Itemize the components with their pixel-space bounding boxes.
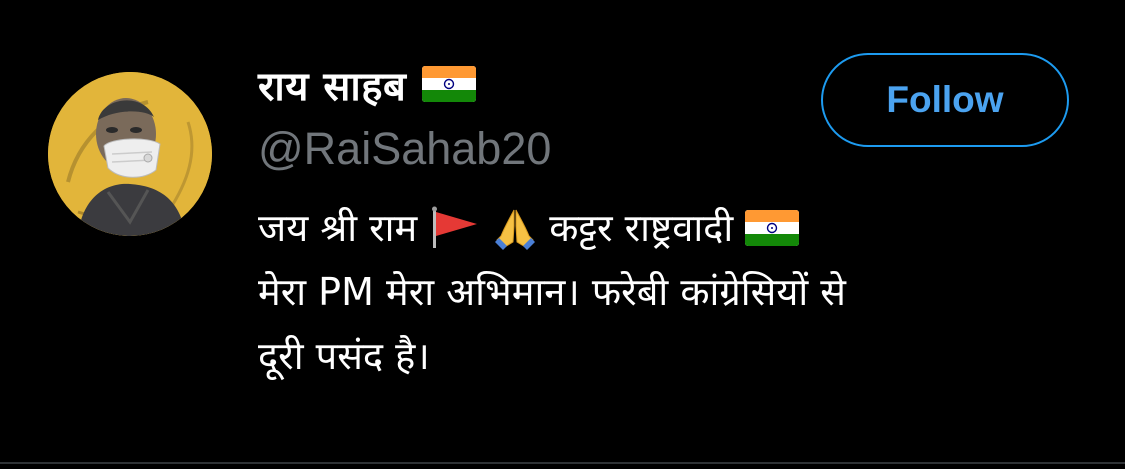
follow-button[interactable]: Follow bbox=[821, 53, 1069, 147]
user-handle[interactable]: @RaiSahab20 bbox=[258, 122, 551, 176]
bio-text-segment: कट्टर राष्ट्रवादी bbox=[549, 206, 734, 250]
profile-bio: जय श्री राम कट्टर राष्ट्रवादी मेरा PM मे… bbox=[258, 196, 1098, 388]
divider bbox=[0, 462, 1125, 464]
avatar-image bbox=[48, 72, 212, 236]
folded-hands-icon bbox=[493, 206, 537, 250]
display-name[interactable]: राय साहब bbox=[258, 57, 406, 112]
profile-card: राय साहब @RaiSahab20 Follow जय श्री राम bbox=[0, 0, 1125, 469]
bio-line-2: मेरा PM मेरा अभिमान। फरेबी कांग्रेसियों … bbox=[258, 260, 1098, 324]
follow-button-label: Follow bbox=[886, 79, 1004, 120]
bio-line-3: दूरी पसंद है। bbox=[258, 324, 1098, 388]
bio-text-segment: मेरा PM मेरा अभिमान। फरेबी कांग्रेसियों … bbox=[258, 270, 846, 314]
bio-text-segment: जय श्री राम bbox=[258, 206, 418, 250]
india-flag-icon bbox=[745, 210, 800, 246]
bio-line-1: जय श्री राम कट्टर राष्ट्रवादी bbox=[258, 196, 1098, 260]
avatar[interactable] bbox=[48, 72, 212, 236]
bio-text-segment: दूरी पसंद है। bbox=[258, 334, 430, 378]
display-name-row: राय साहब bbox=[258, 52, 477, 116]
india-flag-icon bbox=[422, 66, 477, 102]
triangular-flag-icon bbox=[429, 206, 481, 250]
